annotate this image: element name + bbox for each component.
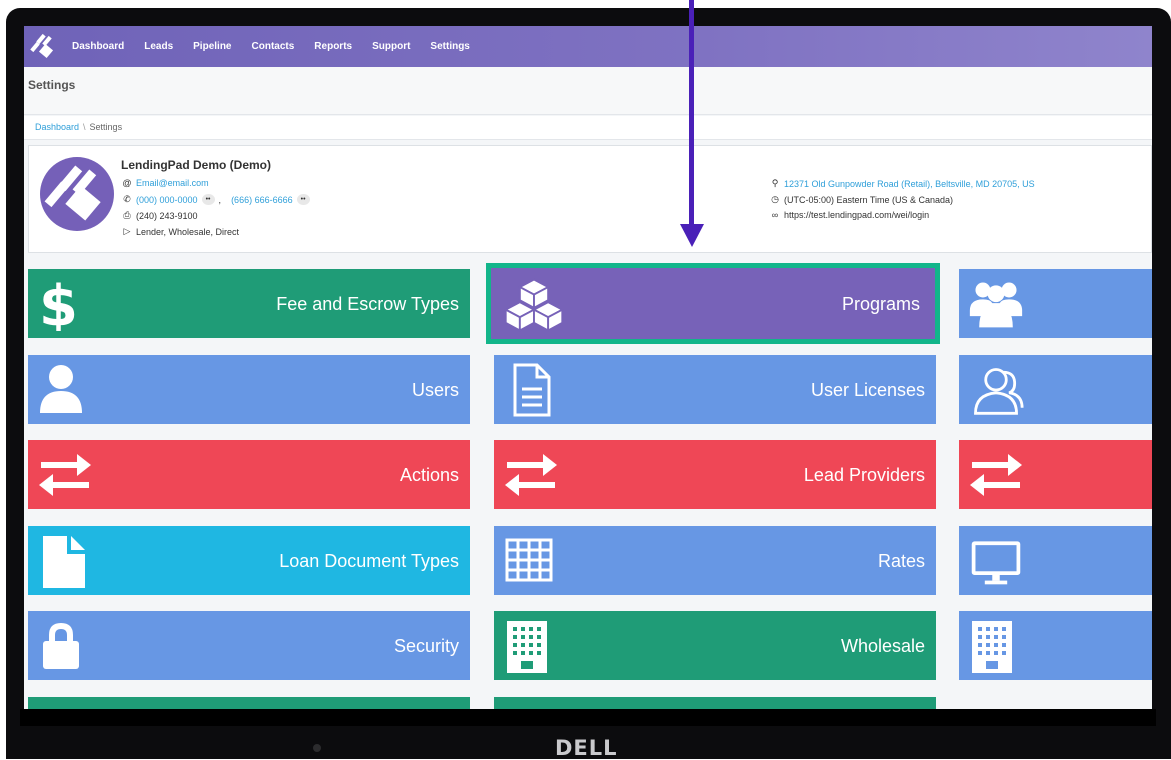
nav-dashboard[interactable]: Dashboard <box>72 41 124 52</box>
lendingpad-logo-icon[interactable] <box>24 26 62 67</box>
tile-loan-document-types[interactable]: Loan Document Types <box>28 526 470 595</box>
tile-security[interactable]: Security <box>28 611 470 680</box>
tile-label: Programs <box>841 294 920 314</box>
fax-icon: ⎙ <box>123 210 131 220</box>
top-navbar: Dashboard Leads Pipeline Contacts Report… <box>24 26 1152 67</box>
file-icon <box>43 536 85 588</box>
at-icon: @ <box>122 178 132 188</box>
email-link[interactable]: Email@email.com <box>136 178 209 188</box>
annotation-arrow-line <box>689 0 694 232</box>
exchange-icon <box>505 454 557 496</box>
company-avatar <box>40 157 114 231</box>
page-title: Settings <box>28 78 76 92</box>
webcam <box>313 744 321 752</box>
company-name: LendingPad Demo (Demo) <box>121 158 272 172</box>
breadcrumb: Dashboard \ Settings <box>24 116 1152 140</box>
users-outline-icon <box>974 368 1024 415</box>
link-icon: ∞ <box>771 210 779 220</box>
clock-icon: ◷ <box>771 194 779 204</box>
lock-icon <box>43 623 79 669</box>
nav-support[interactable]: Support <box>372 41 410 52</box>
phone-icon: ✆ <box>123 194 131 204</box>
tile-label: Loan Document Types <box>279 551 459 571</box>
login-url: https://test.lendingpad.com/wei/login <box>784 210 930 220</box>
phone1-link[interactable]: (000) 000-0000 <box>136 195 198 205</box>
building-icon <box>972 621 1012 673</box>
company-tags: Lender, Wholesale, Direct <box>136 226 240 237</box>
url-line: ∞ https://test.lendingpad.com/wei/login <box>769 210 929 220</box>
location-pin-icon: ⚲ <box>771 178 779 188</box>
tile-label: Lead Providers <box>803 465 925 485</box>
group-icon <box>969 282 1023 328</box>
call-icon[interactable]: •• <box>201 194 215 205</box>
breadcrumb-dashboard-link[interactable]: Dashboard <box>35 122 79 132</box>
fax-number: (240) 243-9100 <box>136 210 198 221</box>
device-brand-logo: DELL <box>555 736 618 760</box>
tile-groups-partial[interactable] <box>959 269 1152 338</box>
tile-programs[interactable]: Programs <box>491 271 931 336</box>
company-profile-card: LendingPad Demo (Demo) @ Email@email.com… <box>28 145 1152 253</box>
page-header <box>24 67 1152 115</box>
address-link[interactable]: 12371 Old Gunpowder Road (Retail), Belts… <box>784 179 1035 189</box>
call-icon[interactable]: •• <box>296 194 310 205</box>
breadcrumb-current: Settings <box>89 122 123 132</box>
breadcrumb-separator: \ <box>83 122 86 132</box>
photo-frame: Dashboard Leads Pipeline Contacts Report… <box>0 0 1171 760</box>
exchange-icon <box>970 454 1022 496</box>
tags-line: ▷ Lender, Wholesale, Direct <box>121 226 240 237</box>
tile-label: Fee and Escrow Types <box>276 294 459 314</box>
annotation-arrow-head <box>680 224 704 247</box>
grid-table-icon <box>505 538 553 582</box>
tile-row6-middle-partial[interactable] <box>494 697 936 709</box>
tile-fee-escrow-types[interactable]: $ Fee and Escrow Types <box>28 269 470 338</box>
cubes-icon <box>503 278 565 332</box>
timezone-text: (UTC-05:00) Eastern Time (US & Canada) <box>784 194 954 205</box>
tag-icon: ▷ <box>123 226 131 236</box>
dollar-icon: $ <box>39 277 78 331</box>
address-line: ⚲ 12371 Old Gunpowder Road (Retail), Bel… <box>769 178 1035 189</box>
email-line: @ Email@email.com <box>121 178 209 188</box>
screen-bottom-edge <box>20 709 1156 726</box>
document-icon <box>513 363 551 417</box>
phone-line: ✆ (000) 000-0000 •• , (666) 666-6666 •• <box>121 194 314 205</box>
tile-label: Actions <box>399 465 459 485</box>
phone-separator: , <box>218 194 222 205</box>
tile-label: Users <box>411 380 459 400</box>
app-screen: Dashboard Leads Pipeline Contacts Report… <box>24 26 1152 709</box>
phone2-link[interactable]: (666) 666-6666 <box>231 195 293 205</box>
svg-text:$: $ <box>39 277 78 331</box>
building-icon <box>507 621 547 673</box>
tile-label: User Licenses <box>810 380 925 400</box>
exchange-icon <box>39 454 91 496</box>
tile-users[interactable]: Users <box>28 355 470 424</box>
nav-contacts[interactable]: Contacts <box>252 41 295 52</box>
tile-label: Wholesale <box>840 636 925 656</box>
tile-contacts-partial[interactable] <box>959 355 1152 424</box>
tile-row6-left-partial[interactable] <box>28 697 470 709</box>
user-icon <box>40 365 82 413</box>
tile-rates[interactable]: Rates <box>494 526 936 595</box>
monitor-icon <box>971 541 1021 585</box>
tile-wholesale[interactable]: Wholesale <box>494 611 936 680</box>
tile-user-licenses[interactable]: User Licenses <box>494 355 936 424</box>
tile-exchange-partial[interactable] <box>959 440 1152 509</box>
nav-pipeline[interactable]: Pipeline <box>193 41 231 52</box>
timezone-line: ◷ (UTC-05:00) Eastern Time (US & Canada) <box>769 194 953 205</box>
fax-line: ⎙ (240) 243-9100 <box>121 210 198 221</box>
nav-leads[interactable]: Leads <box>144 41 173 52</box>
nav-reports[interactable]: Reports <box>314 41 352 52</box>
tile-lead-providers[interactable]: Lead Providers <box>494 440 936 509</box>
tile-actions[interactable]: Actions <box>28 440 470 509</box>
tile-label: Security <box>393 636 459 656</box>
tile-building-partial[interactable] <box>959 611 1152 680</box>
nav-settings[interactable]: Settings <box>430 41 469 52</box>
tile-monitor-partial[interactable] <box>959 526 1152 595</box>
tile-label: Rates <box>877 551 925 571</box>
